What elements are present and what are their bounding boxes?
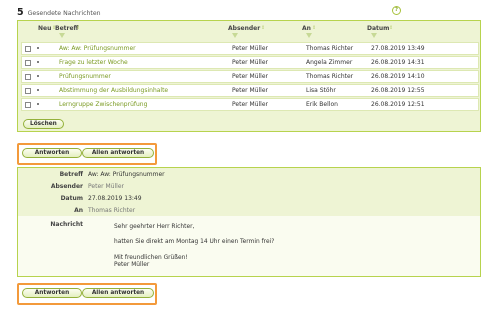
col-subject[interactable]: Betreff	[55, 25, 78, 32]
read-dot-icon	[37, 75, 39, 77]
message-line: Sehr geehrter Herr Richter,	[114, 224, 195, 230]
sort-icon[interactable]: ⇕	[389, 25, 393, 31]
detail-subject-label: Betreff	[59, 170, 83, 178]
detail-date: 27.08.2019 13:49	[88, 194, 142, 202]
col-recipient[interactable]: An	[302, 25, 311, 32]
row-subject[interactable]: Lerngruppe Zwischenprüfung	[59, 101, 147, 108]
sort-icon[interactable]: ⇕	[76, 25, 80, 31]
reply-all-button[interactable]: Allen antworten	[82, 148, 154, 158]
sort-icon[interactable]: ⇕	[312, 25, 316, 31]
message-table: Neu ⇕ Betreff ⇕ Absender ⇕ An ⇕ Datum ⇕ …	[17, 20, 481, 132]
filter-icon[interactable]	[232, 33, 238, 38]
message-count: 5	[17, 7, 24, 18]
row-sender: Peter Müller	[232, 59, 268, 66]
detail-subject: Aw: Aw: Prüfungsnummer	[88, 170, 165, 178]
row-recipient: Erik Bellon	[306, 101, 338, 108]
filter-icon[interactable]	[371, 33, 377, 38]
detail-message-label: Nachricht	[50, 221, 83, 228]
delete-button[interactable]: Löschen	[23, 119, 64, 129]
reply-all-button[interactable]: Allen antworten	[82, 288, 154, 298]
page-header: 5 Gesendete Nachrichten	[17, 7, 101, 18]
message-line: Mit freundlichen Grüßen!	[114, 255, 188, 261]
row-sender: Peter Müller	[232, 73, 268, 80]
message-line: hatten Sie direkt am Montag 14 Uhr einen…	[114, 239, 275, 245]
table-row[interactable]: Abstimmung der Ausbildungsinhalte Peter …	[21, 84, 479, 97]
row-checkbox[interactable]	[25, 101, 31, 108]
filter-icon[interactable]	[306, 33, 312, 38]
row-date: 26.08.2019 12:55	[371, 87, 425, 94]
row-checkbox[interactable]	[25, 59, 31, 66]
table-row[interactable]: Lerngruppe Zwischenprüfung Peter Müller …	[21, 98, 479, 111]
row-recipient: Lisa Stöhr	[306, 87, 336, 94]
message-line: Peter Müller	[114, 262, 150, 268]
row-recipient: Thomas Richter	[306, 45, 354, 52]
row-recipient: Angela Zimmer	[306, 59, 353, 66]
message-body: Nachricht Sehr geehrter Herr Richter, ha…	[18, 216, 480, 276]
help-icon[interactable]: ?	[392, 6, 401, 15]
detail-sender-label: Absender	[50, 182, 83, 190]
row-subject[interactable]: Aw: Aw: Prüfungsnummer	[59, 45, 136, 52]
reply-button[interactable]: Antworten	[22, 288, 82, 298]
detail-sender: Peter Müller	[88, 182, 124, 190]
table-row[interactable]: Prüfungsnummer Peter Müller Thomas Richt…	[21, 70, 479, 83]
detail-to: Thomas Richter	[88, 206, 136, 214]
read-dot-icon	[37, 89, 39, 91]
row-subject[interactable]: Prüfungsnummer	[59, 73, 111, 80]
row-date: 26.08.2019 14:10	[371, 73, 425, 80]
detail-to-label: An	[74, 206, 83, 214]
message-detail: Betreff Aw: Aw: Prüfungsnummer Absender …	[17, 167, 481, 277]
read-dot-icon	[37, 47, 39, 49]
table-row[interactable]: Aw: Aw: Prüfungsnummer Peter Müller Thom…	[21, 42, 479, 55]
row-recipient: Thomas Richter	[306, 73, 354, 80]
row-checkbox[interactable]	[25, 87, 31, 94]
row-date: 26.08.2019 14:31	[371, 59, 425, 66]
row-sender: Peter Müller	[232, 101, 268, 108]
row-checkbox[interactable]	[25, 45, 31, 52]
reply-button[interactable]: Antworten	[22, 148, 82, 158]
col-new[interactable]: Neu	[38, 25, 51, 32]
row-subject[interactable]: Frage zu letzter Woche	[59, 59, 128, 66]
table-header: Neu ⇕ Betreff ⇕ Absender ⇕ An ⇕ Datum ⇕	[18, 21, 480, 42]
col-sender[interactable]: Absender	[228, 25, 260, 32]
row-date: 27.08.2019 13:49	[371, 45, 425, 52]
row-subject[interactable]: Abstimmung der Ausbildungsinhalte	[59, 87, 168, 94]
col-date[interactable]: Datum	[367, 25, 389, 32]
filter-icon[interactable]	[59, 33, 65, 38]
read-dot-icon	[37, 103, 39, 105]
sort-icon[interactable]: ⇕	[261, 25, 265, 31]
page-title: Gesendete Nachrichten	[27, 10, 101, 17]
row-sender: Peter Müller	[232, 87, 268, 94]
read-dot-icon	[37, 61, 39, 63]
row-checkbox[interactable]	[25, 73, 31, 80]
detail-date-label: Datum	[60, 194, 83, 202]
row-sender: Peter Müller	[232, 45, 268, 52]
table-row[interactable]: Frage zu letzter Woche Peter Müller Ange…	[21, 56, 479, 69]
row-date: 26.08.2019 12:51	[371, 101, 425, 108]
